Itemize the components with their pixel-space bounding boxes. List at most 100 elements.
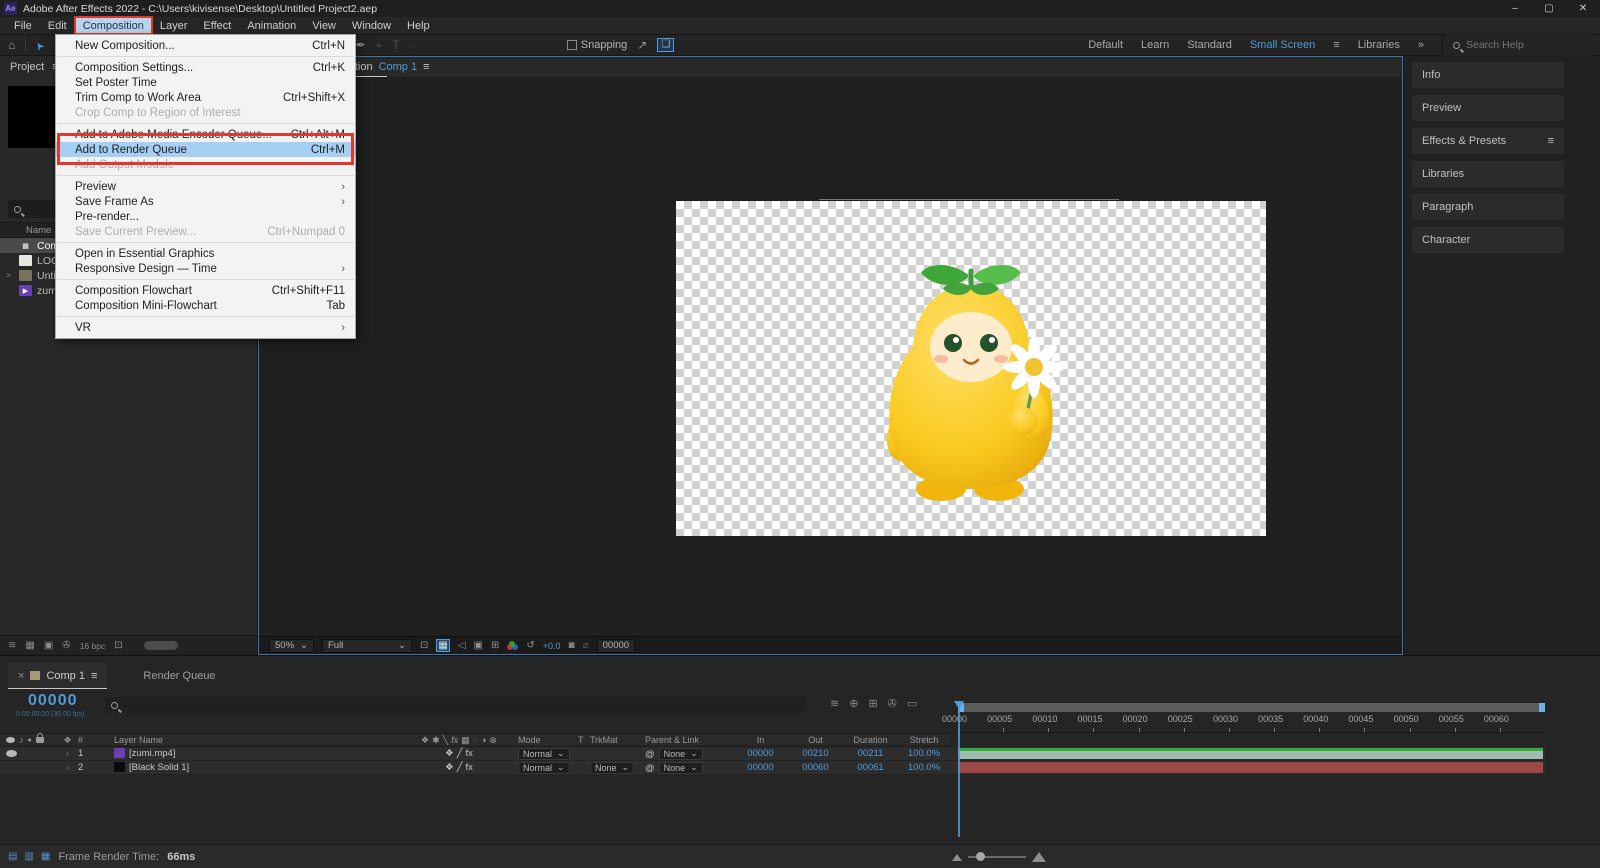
menu-item-open-in-essential-graphics[interactable]: Open in Essential Graphics (56, 246, 355, 261)
menu-item-set-poster-time[interactable]: Set Poster Time (56, 75, 355, 90)
trkmat-column-header[interactable]: TrkMat (590, 735, 645, 745)
bit-depth-label[interactable]: 16 bpc (80, 641, 106, 651)
expand-arrow-icon[interactable]: › (66, 763, 69, 772)
shy-icon[interactable]: ❖ (421, 735, 429, 746)
shy-toggle-icon[interactable]: ❖ (445, 762, 454, 773)
workspace-libraries[interactable]: Libraries (1358, 39, 1400, 51)
viewer-tab-menu-icon[interactable]: ≡ (423, 61, 429, 73)
workspace-menu-icon[interactable]: ≡ (1333, 39, 1339, 51)
layer-name[interactable]: [zumi.mp4] (100, 748, 408, 759)
zoom-slider-track[interactable] (968, 856, 1026, 858)
duration-column-header[interactable]: Duration (843, 735, 898, 745)
workspace-learn[interactable]: Learn (1141, 39, 1169, 51)
project-tab[interactable]: Project (10, 61, 44, 73)
zoom-out-mountain-icon[interactable] (952, 854, 962, 861)
layer-switches[interactable]: ❖╱fx (408, 762, 510, 773)
playhead[interactable] (954, 701, 964, 841)
in-column-header[interactable]: In (733, 735, 788, 745)
magnification-dropdown[interactable]: 50% ⌄ (269, 639, 314, 653)
time-ruler[interactable]: 0000000005000100001500020000250003000035… (958, 712, 1545, 733)
parent-dropdown[interactable]: None⌄ (659, 762, 703, 774)
panel-paragraph[interactable]: Paragraph (1412, 194, 1564, 220)
layer-row-zumi-mp4[interactable]: ›1[zumi.mp4]❖╱fxNormal⌄@None⌄00000002100… (0, 747, 950, 761)
new-folder-icon[interactable]: ▦ (25, 640, 34, 651)
trkmat-dropdown[interactable]: None⌄ (590, 762, 634, 774)
delete-trash-icon[interactable]: ⊡ (114, 640, 122, 651)
menubar-item-composition[interactable]: Composition (75, 17, 152, 34)
maximize-button[interactable]: ▢ (1532, 3, 1566, 14)
out-value[interactable]: 00060 (788, 762, 843, 773)
fx-toggle-icon[interactable]: fx (465, 762, 472, 773)
menu-item-composition-mini-flowchart[interactable]: Composition Mini-FlowchartTab (56, 298, 355, 313)
layer-duration-bar[interactable] (958, 762, 1543, 773)
frame-blend-icon[interactable]: ▦ (461, 735, 470, 746)
menu-item-responsive-design-time[interactable]: Responsive Design — Time› (56, 261, 355, 276)
graph-editor-icon[interactable]: ▭ (907, 697, 917, 710)
snapshot-camera-icon[interactable]: ◙ (569, 640, 575, 651)
panel-info[interactable]: Info (1412, 62, 1564, 88)
mask-visibility-icon[interactable]: ▦ (436, 639, 449, 652)
label-column-header[interactable]: ❖ (57, 735, 78, 746)
timeline-tab-comp1[interactable]: × Comp 1 ≡ (8, 663, 107, 689)
pick-whip-icon[interactable]: @ (645, 749, 655, 760)
tab-menu-icon[interactable]: ≡ (91, 670, 97, 682)
panel-character[interactable]: Character (1412, 227, 1564, 253)
home-icon[interactable]: ⌂ (8, 39, 15, 51)
stretch-value[interactable]: 100.0% (898, 762, 950, 773)
menubar-item-file[interactable]: File (6, 17, 40, 34)
layer-label-swatch[interactable]: › (57, 748, 78, 759)
menu-item-composition-flowchart[interactable]: Composition FlowchartCtrl+Shift+F11 (56, 283, 355, 298)
menubar-item-edit[interactable]: Edit (40, 17, 75, 34)
draft-3d-icon[interactable]: ⊕ (849, 697, 858, 710)
menu-item-new-composition[interactable]: New Composition...Ctrl+N (56, 38, 355, 53)
pick-whip-icon[interactable]: @ (645, 763, 655, 774)
snapping-toggle[interactable]: Snapping (567, 39, 628, 51)
render-queue-tab[interactable]: Render Queue (133, 663, 225, 689)
workspace-overflow-icon[interactable]: » (1418, 39, 1424, 51)
fx-toggle-icon[interactable]: fx (465, 748, 472, 759)
effects-icon[interactable]: fx (451, 735, 458, 746)
camera-wireframe-icon[interactable]: ⊞ (491, 640, 499, 651)
workspace-default[interactable]: Default (1088, 39, 1123, 51)
frame-blending-icon[interactable]: ⊞ (868, 697, 877, 710)
menu-item-pre-render[interactable]: Pre-render... (56, 209, 355, 224)
motion-blur-col-icon[interactable]: ◌ (473, 735, 478, 746)
video-visibility-header-icon[interactable] (6, 737, 15, 743)
mode-dropdown[interactable]: Normal⌄ (518, 748, 570, 760)
panel-libraries[interactable]: Libraries (1412, 161, 1564, 187)
new-composition-icon[interactable]: ▣ (44, 640, 53, 651)
adjust-icon[interactable]: ✇ (62, 640, 70, 651)
selection-tool-icon[interactable]: ➤ (34, 38, 48, 52)
solo-header-icon[interactable]: ● (28, 737, 32, 744)
composition-mini-flowchart-icon[interactable]: ≋ (830, 697, 839, 710)
layer-label-swatch[interactable]: › (57, 762, 78, 773)
exposure-value[interactable]: +0.0 (543, 641, 561, 651)
stretch-column-header[interactable]: Stretch (898, 735, 950, 745)
menu-item-add-to-adobe-media-encoder-queue[interactable]: Add to Adobe Media Encoder Queue...Ctrl+… (56, 127, 355, 142)
out-value[interactable]: 00210 (788, 748, 843, 759)
timeline-search-field[interactable] (105, 697, 805, 713)
menu-item-save-frame-as[interactable]: Save Frame As› (56, 194, 355, 209)
minimize-button[interactable]: – (1498, 3, 1532, 14)
viewer-timecode[interactable]: 00000 (597, 639, 635, 653)
quality-icon[interactable]: ╲ (443, 735, 448, 746)
layer-switches[interactable]: ❖╱fx (408, 748, 510, 759)
interpret-footage-icon[interactable]: ≋ (8, 640, 16, 651)
menu-item-trim-comp-to-work-area[interactable]: Trim Comp to Work AreaCtrl+Shift+X (56, 90, 355, 105)
lock-header-icon[interactable] (36, 737, 44, 743)
region-of-interest-icon[interactable]: ❏ (657, 38, 674, 52)
layer-visibility-cell[interactable] (0, 750, 57, 757)
layer-name-column-header[interactable]: Layer Name (100, 735, 408, 745)
snapping-checkbox[interactable] (567, 40, 577, 50)
mode-column-header[interactable]: Mode (510, 735, 578, 745)
menubar-item-animation[interactable]: Animation (239, 17, 304, 34)
close-button[interactable]: ✕ (1566, 3, 1600, 14)
menubar-item-help[interactable]: Help (399, 17, 438, 34)
workspace-small-screen[interactable]: Small Screen (1250, 39, 1315, 51)
menu-item-vr[interactable]: VR› (56, 320, 355, 335)
resolution-dropdown[interactable]: Full ⌄ (322, 639, 412, 653)
menu-item-preview[interactable]: Preview› (56, 179, 355, 194)
layer-row-black-solid-1[interactable]: ›2[Black Solid 1]❖╱fxNormal⌄None⌄@None⌄0… (0, 761, 950, 775)
search-help-input[interactable] (1466, 39, 1576, 51)
quality-toggle-icon[interactable]: ╱ (457, 762, 463, 773)
